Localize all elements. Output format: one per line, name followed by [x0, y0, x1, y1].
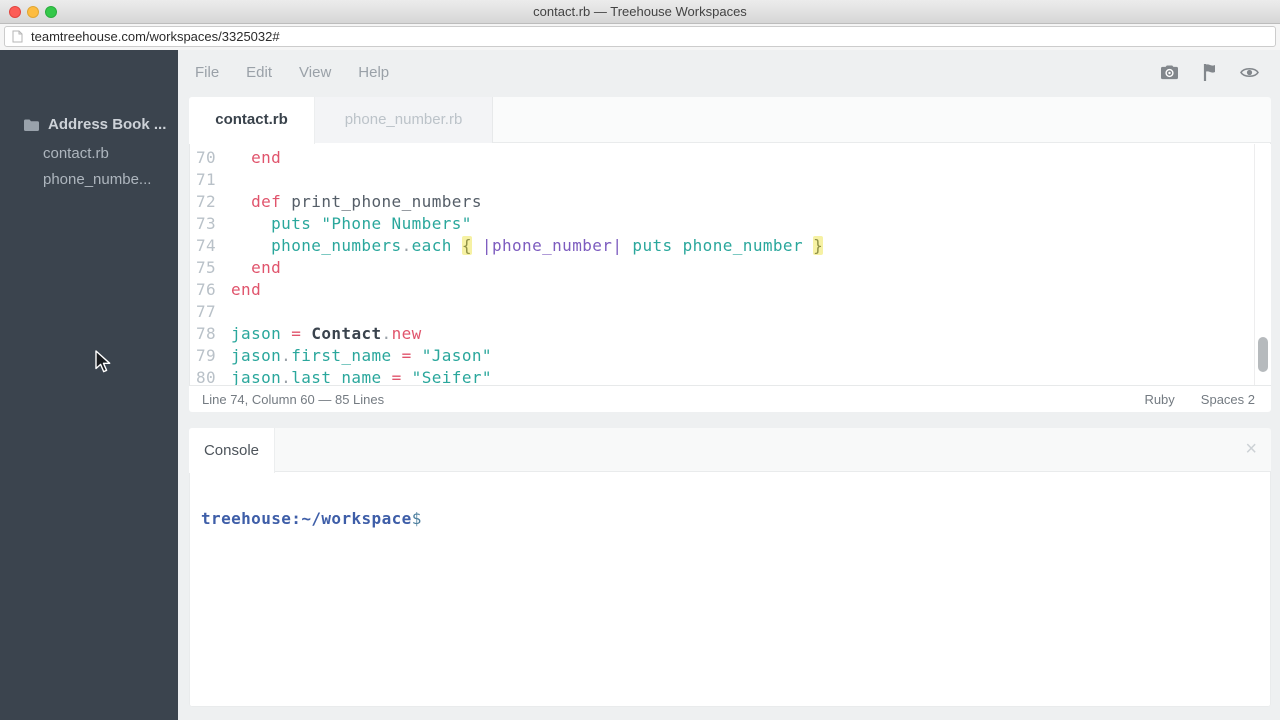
line-number: 70: [189, 147, 231, 169]
editor-status-bar: Line 74, Column 60 — 85 Lines Ruby Space…: [189, 385, 1271, 412]
sidebar-item-project-folder[interactable]: Address Book ...: [24, 116, 166, 133]
project-folder-label: Address Book ...: [48, 116, 166, 133]
menu-file[interactable]: File: [195, 64, 219, 81]
line-number: 74: [189, 235, 231, 257]
code-line: 77: [189, 301, 1254, 323]
line-number: 76: [189, 279, 231, 301]
editor-panel: contact.rb phone_number.rb 70 end7172 de…: [189, 97, 1271, 412]
folder-icon: [24, 119, 39, 131]
code-line: 70 end: [189, 147, 1254, 169]
code-line: 73 puts "Phone Numbers": [189, 213, 1254, 235]
line-number: 72: [189, 191, 231, 213]
line-number: 78: [189, 323, 231, 345]
line-number: 80: [189, 367, 231, 385]
tab-contact-rb[interactable]: contact.rb: [189, 97, 315, 144]
code-editor[interactable]: 70 end7172 def print_phone_numbers73 put…: [189, 144, 1254, 385]
line-number: 79: [189, 345, 231, 367]
sidebar-item-contact-rb[interactable]: contact.rb: [43, 145, 109, 162]
line-number: 75: [189, 257, 231, 279]
cursor-position-status: Line 74, Column 60 — 85 Lines: [202, 392, 1144, 407]
line-number: 77: [189, 301, 231, 323]
page-icon: [12, 30, 23, 43]
code-line: 72 def print_phone_numbers: [189, 191, 1254, 213]
close-console-button[interactable]: ×: [1245, 428, 1257, 472]
tab-console[interactable]: Console: [189, 428, 275, 473]
workspace-actions: [1160, 63, 1259, 82]
url-text: teamtreehouse.com/workspaces/3325032#: [31, 27, 280, 46]
code-line: 79jason.first_name = "Jason": [189, 345, 1254, 367]
indentation-selector[interactable]: Spaces 2: [1201, 392, 1255, 407]
code-line: 75 end: [189, 257, 1254, 279]
editor-tab-bar: contact.rb phone_number.rb: [189, 97, 1271, 143]
code-line: 80jason.last_name = "Seifer": [189, 367, 1254, 385]
editor-scrollbar-thumb[interactable]: [1258, 337, 1268, 372]
browser-url-bar: teamtreehouse.com/workspaces/3325032#: [0, 24, 1280, 50]
language-mode-selector[interactable]: Ruby: [1144, 392, 1174, 407]
console-panel: Console × treehouse:~/workspace$: [189, 428, 1271, 707]
terminal-prompt: treehouse:~/workspace$: [201, 509, 422, 528]
console-tab-bar: Console ×: [189, 428, 1271, 472]
code-line: 71: [189, 169, 1254, 191]
menu-edit[interactable]: Edit: [246, 64, 272, 81]
menu-view[interactable]: View: [299, 64, 331, 81]
camera-snapshot-button[interactable]: [1160, 65, 1179, 80]
code-line: 76end: [189, 279, 1254, 301]
tab-phone-number-rb[interactable]: phone_number.rb: [315, 97, 493, 143]
camera-icon: [1160, 65, 1179, 80]
prompt-symbol: $: [412, 509, 422, 528]
file-tree-sidebar: Address Book ... contact.rb phone_numbe.…: [0, 50, 178, 720]
fork-icon: [1202, 63, 1217, 82]
fork-button[interactable]: [1202, 63, 1217, 82]
line-number: 73: [189, 213, 231, 235]
code-line: 78jason = Contact.new: [189, 323, 1254, 345]
preview-button[interactable]: [1240, 66, 1259, 79]
editor-scrollbar: [1254, 144, 1271, 385]
menu-bar: File Edit View Help: [195, 64, 389, 81]
prompt-host: treehouse:~/workspace: [201, 509, 412, 528]
window-title: contact.rb — Treehouse Workspaces: [0, 0, 1280, 24]
window-titlebar: contact.rb — Treehouse Workspaces: [0, 0, 1280, 24]
menu-help[interactable]: Help: [358, 64, 389, 81]
address-bar-input[interactable]: teamtreehouse.com/workspaces/3325032#: [4, 26, 1276, 47]
sidebar-item-phone-number-rb[interactable]: phone_numbe...: [43, 171, 151, 188]
code-line: 74 phone_numbers.each { |phone_number| p…: [189, 235, 1254, 257]
eye-icon: [1240, 66, 1259, 79]
console-terminal[interactable]: treehouse:~/workspace$: [189, 473, 1271, 707]
line-number: 71: [189, 169, 231, 191]
